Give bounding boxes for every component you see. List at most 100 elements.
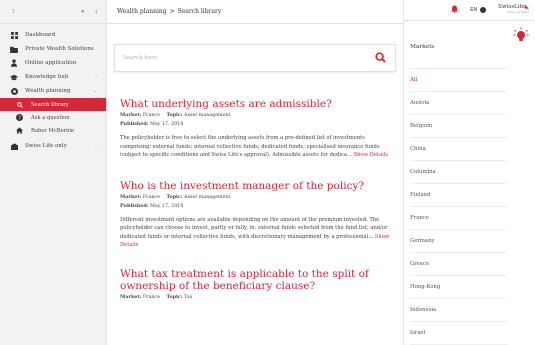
sidebar-item-label: Swiss Life only (25, 143, 67, 149)
article-title[interactable]: What underlying assets are admissible? (120, 98, 390, 110)
sidebar-item-label: Online application (25, 60, 77, 66)
search-icon (16, 101, 23, 108)
language-value: EN (470, 7, 478, 13)
lightbulb-icon (513, 27, 529, 43)
market-value: France (142, 113, 160, 118)
market-label: Market: (120, 293, 142, 300)
topic-label: Topic: (166, 293, 183, 300)
right-panel: EN SwissLife◣ Swiss Life Select Markets … (403, 0, 535, 345)
chevron-down-icon: ▾ (81, 8, 84, 15)
market-filter-finland[interactable]: Finland (410, 184, 508, 207)
market-filter-israel[interactable]: Israel (410, 322, 508, 345)
market-filter-all[interactable]: All (410, 69, 508, 92)
graduation-icon (10, 73, 18, 81)
published-date: May 17, 2018 (150, 203, 184, 209)
markets-filter: Markets All Austria Belgium China Columb… (404, 21, 508, 345)
breadcrumb-current: Search library (177, 8, 222, 15)
search-placeholder: Search here (123, 55, 157, 61)
dashboard-icon (10, 31, 18, 39)
sidebar: 1 ▾ ‹ Dashboard Private Wealth Solutions (0, 0, 107, 345)
topic-value: Asset management (184, 194, 231, 200)
language-selector[interactable]: EN (470, 7, 487, 13)
main-area: Wealth planning > Search library Search … (107, 0, 403, 345)
topic-label: Topic: (166, 112, 183, 118)
market-label: Market: (120, 112, 142, 118)
article-card: What tax treatment is applicable to the … (114, 268, 396, 301)
article-title[interactable]: Who is the investment manager of the pol… (120, 180, 390, 192)
market-filter-germany[interactable]: Germany (410, 230, 508, 253)
article-excerpt: The policyholder is free to select the u… (120, 134, 390, 160)
article-meta: Market: France Topic: Asset management (120, 112, 390, 119)
article-excerpt-text: Different investment options are availab… (120, 216, 388, 240)
published-date: May 17, 2018 (150, 122, 184, 127)
market-value: France (142, 294, 160, 300)
market-filter-austria[interactable]: Austria (410, 92, 508, 115)
markets-heading: Markets (410, 21, 508, 69)
sidebar-item-knowledge-hub[interactable]: Knowledge hub › (0, 70, 106, 84)
sidebar-item-label: Private Wealth Solutions (25, 46, 94, 52)
search-results-content: Search here What underlying assets are a… (107, 24, 403, 345)
article-card: Who is the investment manager of the pol… (114, 180, 396, 250)
sidebar-item-online-application[interactable]: Online application (0, 56, 106, 70)
market-filter-belgium[interactable]: Belgium (410, 115, 508, 138)
lifebuoy-icon (10, 87, 18, 95)
chevron-right-icon: › (95, 74, 97, 80)
svg-text:?: ? (18, 115, 21, 121)
topic-label: Topic: (166, 193, 183, 200)
article-excerpt: Different investment options are availab… (120, 216, 390, 250)
person-icon (10, 59, 18, 67)
published-label: Published: (120, 121, 149, 127)
article-card: What underlying assets are admissible? M… (114, 98, 396, 160)
market-label: Market: (120, 193, 142, 200)
market-filter-france[interactable]: France (410, 207, 508, 230)
globe-icon (480, 7, 487, 13)
article-title[interactable]: What tax treatment is applicable to the … (120, 268, 390, 292)
market-filter-china[interactable]: China (410, 138, 508, 161)
question-icon: ? (16, 114, 23, 121)
home-icon (16, 127, 23, 134)
tips-toggle[interactable] (507, 21, 535, 345)
sidebar-item-wealth-planning[interactable]: Wealth planning ⌄ (0, 84, 106, 98)
breadcrumb-separator: > (169, 8, 175, 15)
sidebar-subitem-label: Rober McBernie (31, 127, 75, 134)
chevron-down-icon: ⌄ (92, 88, 97, 94)
workspace-select[interactable]: 1 ▾ (8, 6, 88, 18)
app-window: 1 ▾ ‹ Dashboard Private Wealth Solutions (0, 0, 535, 345)
sidebar-subitem-search-library[interactable]: Search library (0, 98, 106, 111)
show-details-link[interactable]: Show Details (354, 152, 389, 158)
sidebar-subitem-rober-mcbernie[interactable]: Rober McBernie (0, 124, 106, 137)
market-filter-columbia[interactable]: Columbia (410, 161, 508, 184)
sidebar-subitem-ask-a-question[interactable]: ? Ask a question (0, 111, 106, 124)
sidebar-item-dashboard[interactable]: Dashboard (0, 28, 106, 42)
sidebar-item-label: Knowledge hub (25, 74, 69, 80)
topic-value: Tax (184, 294, 193, 300)
breadcrumb: Wealth planning > Search library (107, 0, 403, 24)
sidebar-item-label: Dashboard (25, 32, 56, 38)
sidebar-subitem-label: Ask a question (31, 114, 70, 121)
search-icon[interactable] (375, 52, 387, 64)
topic-value: Asset management (184, 113, 231, 118)
article-published: Published: May 17, 2018 (120, 121, 390, 128)
sidebar-item-label: Wealth planning (25, 88, 71, 94)
sidebar-item-swiss-life-only[interactable]: Swiss Life only › (0, 139, 106, 153)
right-panel-body: Markets All Austria Belgium China Columb… (404, 21, 535, 345)
breadcrumb-root[interactable]: Wealth planning (117, 8, 167, 15)
search-input[interactable]: Search here (114, 44, 396, 72)
folder-icon (10, 45, 18, 53)
market-filter-greece[interactable]: Greece (410, 253, 508, 276)
sidebar-subitem-label: Search library (31, 101, 69, 108)
header-actions: EN SwissLife◣ Swiss Life Select (404, 0, 535, 21)
shield-icon (10, 142, 18, 150)
workspace-select-value: 1 (12, 8, 15, 15)
bell-icon[interactable] (451, 5, 459, 15)
sidebar-item-private-wealth-solutions[interactable]: Private Wealth Solutions (0, 42, 106, 56)
article-excerpt-text: The policyholder is free to select the u… (120, 135, 380, 158)
sidebar-top: 1 ▾ ‹ (0, 0, 106, 24)
market-filter-indonesia[interactable]: Indonesia (410, 299, 508, 322)
market-value: France (142, 194, 160, 200)
collapse-sidebar-icon[interactable]: ‹ (95, 7, 98, 16)
logo: SwissLife◣ Swiss Life Select (498, 4, 529, 15)
market-filter-hong-kong[interactable]: Hong-Kong (410, 276, 508, 299)
article-meta: Market: France Topic: Asset management (120, 194, 390, 201)
chevron-right-icon: › (95, 143, 97, 149)
